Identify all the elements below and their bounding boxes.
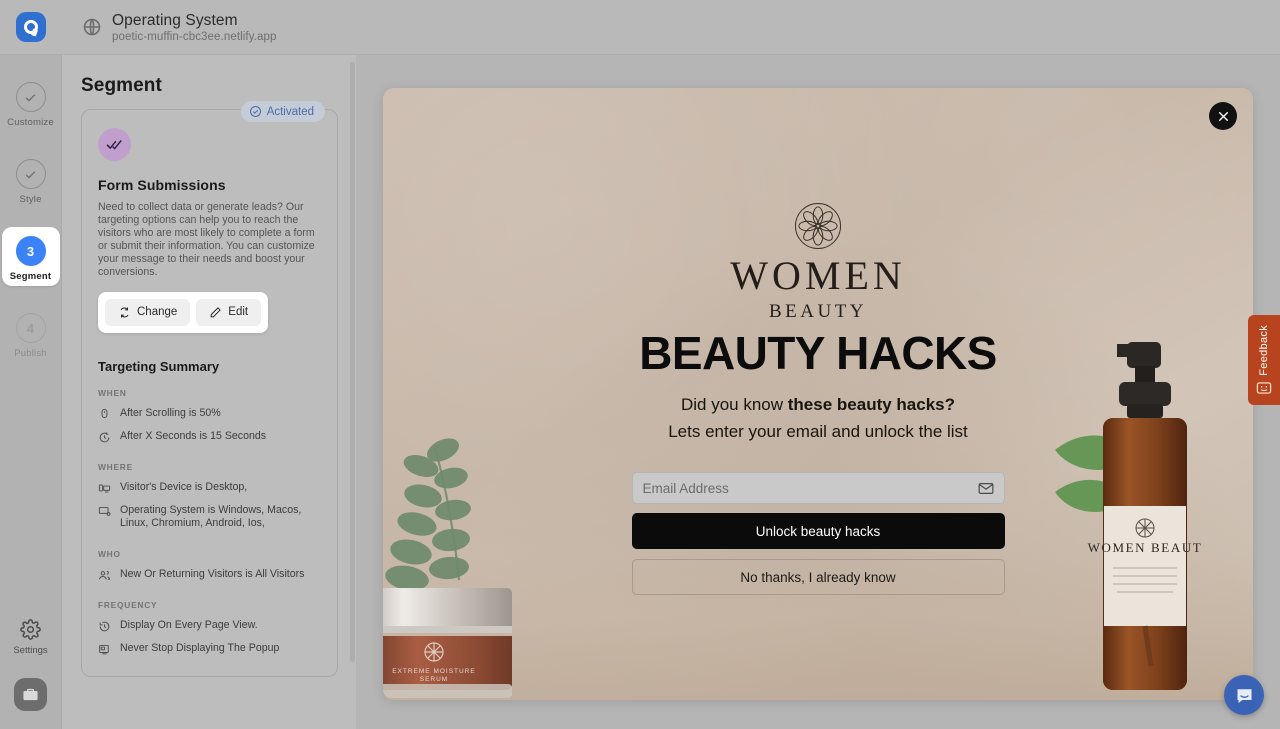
segment-card: Activated Form Submissions Need to colle… xyxy=(81,101,338,678)
sidebar-step-label: Publish xyxy=(14,348,47,359)
app-root: Operating System poetic-muffin-cbc3ee.ne… xyxy=(0,0,1280,729)
pencil-icon xyxy=(209,306,222,319)
sidebar-step-label: Style xyxy=(19,194,42,205)
popup-preview: EXTREME MOISTURE SERUM WOMEN BEAUT WOMEN… xyxy=(383,88,1253,700)
change-button-label: Change xyxy=(137,306,178,319)
gear-icon xyxy=(20,619,41,640)
sidebar-step-segment[interactable]: 3 Segment xyxy=(1,227,60,286)
summary-row-text: Visitor's Device is Desktop, xyxy=(120,480,248,493)
summary-row: After Scrolling is 50% xyxy=(98,407,321,421)
step-marker-customize xyxy=(15,82,46,112)
email-field[interactable] xyxy=(631,472,1005,505)
popup-subline-2: Lets enter your email and unlock the lis… xyxy=(668,422,968,442)
step-marker-segment: 3 xyxy=(15,236,46,266)
summary-row: Visitor's Device is Desktop, xyxy=(98,481,321,495)
edit-button-label: Edit xyxy=(228,306,249,319)
clock-history-icon xyxy=(98,620,111,633)
devices-icon xyxy=(98,482,111,495)
flower-mandala-icon xyxy=(792,200,844,252)
summary-row-text: Never Stop Displaying The Popup xyxy=(120,642,280,655)
double-check-icon xyxy=(98,128,131,161)
smiley-box-icon xyxy=(1256,381,1272,395)
popup-screen-icon xyxy=(98,643,111,656)
edit-button[interactable]: Edit xyxy=(196,298,262,326)
briefcase-icon xyxy=(22,686,39,703)
users-icon xyxy=(98,569,111,582)
group-label-when: WHEN xyxy=(98,387,127,398)
summary-row-text: After X Seconds is 15 Seconds xyxy=(120,429,267,442)
settings-label: Settings xyxy=(13,645,48,656)
sidebar-step-customize[interactable]: Customize xyxy=(2,73,60,132)
brand-name-secondary: BEAUTY xyxy=(768,301,868,322)
sidebar-step-publish[interactable]: 4 Publish xyxy=(2,304,60,363)
brand-name-primary: WOMEN xyxy=(730,253,906,298)
summary-row-text: New Or Returning Visitors is All Visitor… xyxy=(120,568,305,581)
close-icon[interactable] xyxy=(1209,102,1237,130)
summary-row: Display On Every Page View. xyxy=(98,619,321,633)
settings-button[interactable]: Settings xyxy=(13,619,48,656)
globe-icon xyxy=(82,17,102,37)
segment-panel: Segment Activated Form Submissions Need … xyxy=(62,55,356,729)
site-title: Operating System xyxy=(112,11,238,29)
summary-row: Never Stop Displaying The Popup xyxy=(98,642,321,656)
timer-icon xyxy=(98,431,111,444)
feedback-tab-label: Feedback xyxy=(1258,324,1270,376)
step-rail: Customize Style 3 Segment 4 Publish Sett… xyxy=(0,55,62,729)
card-title: Form Submissions xyxy=(98,177,226,193)
check-circle-icon xyxy=(249,105,262,118)
summary-row-text: After Scrolling is 50% xyxy=(120,406,221,419)
mouse-scroll-icon xyxy=(98,408,111,421)
status-badge: Activated xyxy=(240,101,325,122)
monitor-os-icon xyxy=(98,505,111,518)
jar-label-line1: EXTREME MOISTURE xyxy=(392,668,476,675)
summary-row-text: Display On Every Page View. xyxy=(120,619,258,632)
site-info: Operating System poetic-muffin-cbc3ee.ne… xyxy=(82,12,277,43)
popup-subline-1: Did you know these beauty hacks? xyxy=(681,395,955,415)
popup-content: WOMEN BEAUTY BEAUTY HACKS Did you know t… xyxy=(383,200,1253,596)
change-button[interactable]: Change xyxy=(105,298,191,326)
popup-subline-1-prefix: Did you know xyxy=(680,395,788,415)
card-actions: Change Edit xyxy=(98,291,269,333)
sidebar-step-label: Segment xyxy=(9,271,52,282)
step-marker-publish: 4 xyxy=(15,313,46,343)
feedback-tab[interactable]: Feedback xyxy=(1248,315,1280,405)
page-title: Segment xyxy=(81,75,162,96)
app-logo[interactable] xyxy=(0,0,62,55)
refresh-icon xyxy=(118,306,131,319)
popup-headline: BEAUTY HACKS xyxy=(639,327,997,379)
panel-scrollbar[interactable] xyxy=(350,62,355,662)
unlock-button[interactable]: Unlock beauty hacks xyxy=(631,513,1005,550)
sidebar-step-label: Customize xyxy=(7,117,54,128)
sidebar-step-style[interactable]: Style xyxy=(2,150,60,209)
workspace-button[interactable] xyxy=(14,678,47,711)
top-bar: Operating System poetic-muffin-cbc3ee.ne… xyxy=(0,0,1280,55)
status-badge-label: Activated xyxy=(266,105,314,118)
email-input[interactable] xyxy=(642,480,978,496)
summary-row: New Or Returning Visitors is All Visitor… xyxy=(98,568,321,582)
popup-subline-1-strong: these beauty hacks? xyxy=(787,395,956,415)
site-url: poetic-muffin-cbc3ee.netlify.app xyxy=(112,30,277,43)
group-label-where: WHERE xyxy=(98,461,133,472)
popup-form: Unlock beauty hacks No thanks, I already… xyxy=(631,472,1005,596)
group-label-who: WHO xyxy=(98,549,121,560)
card-description: Need to collect data or generate leads? … xyxy=(98,201,315,278)
targeting-summary-title: Targeting Summary xyxy=(98,358,220,374)
dismiss-button[interactable]: No thanks, I already know xyxy=(631,559,1005,596)
chat-bubble-icon[interactable] xyxy=(1224,675,1264,715)
jar-label-line2: SERUM xyxy=(420,676,448,683)
step-marker-style xyxy=(15,159,46,189)
summary-row-text: Operating System is Windows, Macos, Linu… xyxy=(120,503,302,530)
envelope-icon xyxy=(978,482,994,495)
group-label-frequency: FREQUENCY xyxy=(98,600,158,611)
summary-row: After X Seconds is 15 Seconds xyxy=(98,430,321,444)
summary-row: Operating System is Windows, Macos, Linu… xyxy=(98,504,321,532)
